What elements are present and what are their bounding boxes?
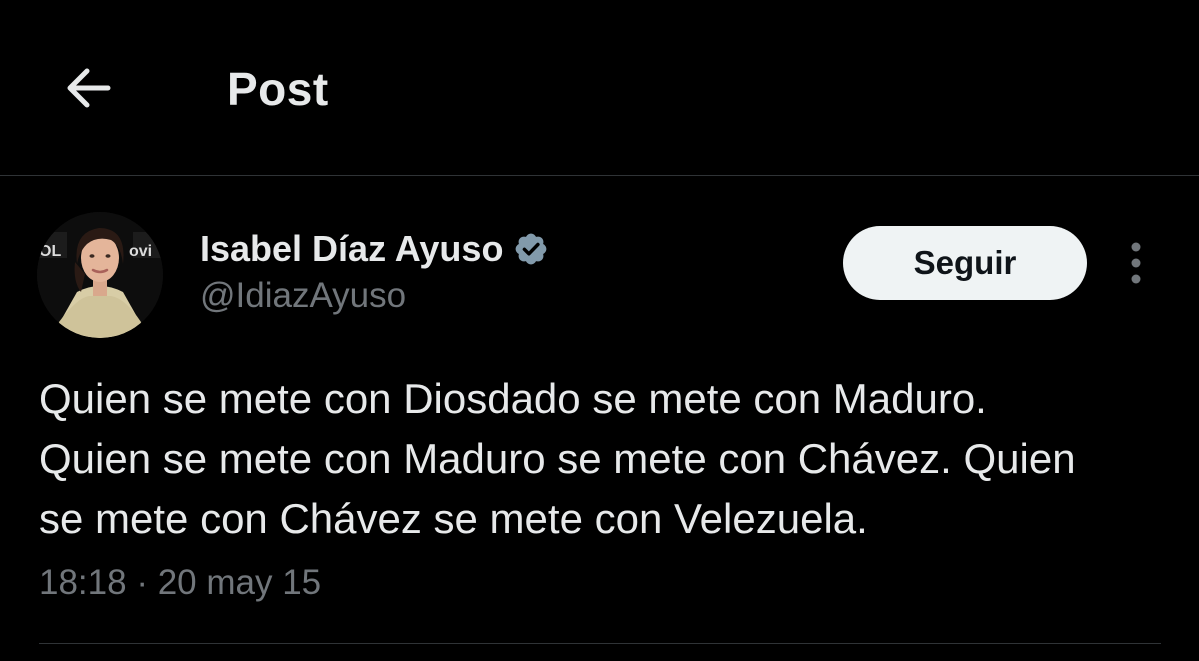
- svg-text:ovi: ovi: [129, 243, 152, 260]
- post-date[interactable]: 20 may 15: [158, 563, 321, 602]
- follow-button[interactable]: Seguir: [843, 226, 1087, 300]
- author-handle[interactable]: @IdiazAyuso: [200, 276, 406, 316]
- profile-photo: OL ovi: [37, 212, 163, 338]
- post-meta: 18:18 · 20 may 15: [39, 563, 321, 603]
- author-name[interactable]: Isabel Díaz Ayuso: [200, 228, 503, 270]
- more-options-button[interactable]: [1116, 238, 1156, 288]
- back-button[interactable]: [58, 58, 118, 118]
- post-time[interactable]: 18:18: [39, 563, 127, 602]
- page-title: Post: [227, 63, 329, 115]
- meta-separator: ·: [136, 563, 148, 602]
- more-vertical-icon: [1131, 242, 1141, 284]
- verified-badge-icon[interactable]: [513, 231, 549, 267]
- divider: [39, 643, 1161, 644]
- author-name-row: Isabel Díaz Ayuso: [200, 228, 549, 270]
- svg-text:OL: OL: [39, 243, 61, 260]
- avatar[interactable]: OL ovi: [37, 212, 163, 338]
- arrow-left-icon: [67, 68, 111, 108]
- top-bar: Post: [0, 0, 1199, 176]
- post-text: Quien se mete con Diosdado se mete con M…: [39, 375, 1076, 542]
